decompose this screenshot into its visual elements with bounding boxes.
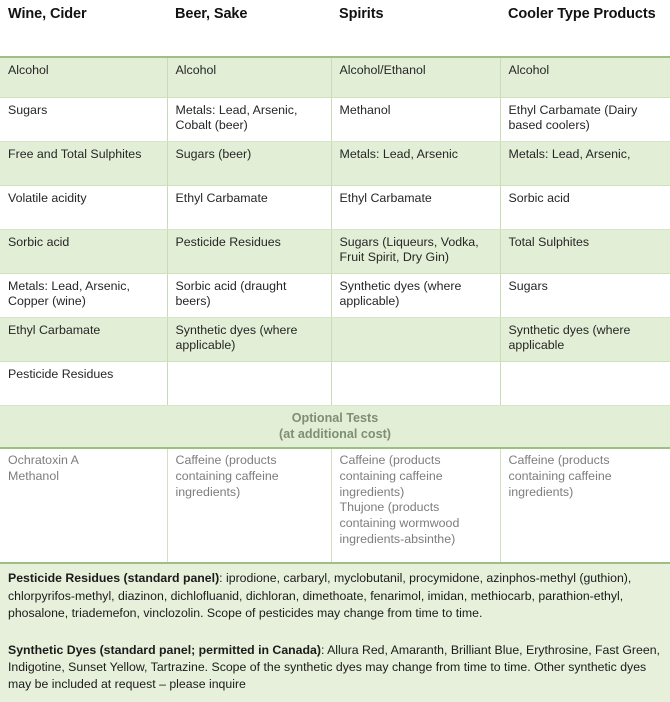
table-cell: Sorbic acid (draught beers) — [166, 272, 332, 318]
table-cell: Metals: Lead, Arsenic, — [499, 140, 670, 186]
table-cell: Alcohol — [0, 56, 168, 98]
table-cell: Ethyl Carbamate — [330, 184, 501, 230]
table-cell: Pesticide Residues — [166, 228, 332, 274]
table-row: Sorbic acid Pesticide Residues Sugars (L… — [0, 228, 670, 274]
pesticide-residues-note-label: Pesticide Residues (standard panel) — [8, 571, 220, 586]
table-cell: Sorbic acid — [0, 228, 168, 274]
table-cell — [499, 360, 670, 406]
table-cell: Ethyl Carbamate — [166, 184, 332, 230]
table-cell: Synthetic dyes (where applicable) — [166, 316, 332, 362]
table-cell — [330, 316, 501, 362]
table-cell: Ethyl Carbamate (Dairy based coolers) — [499, 96, 670, 142]
table-cell: Synthetic dyes (where applicable) — [330, 272, 501, 318]
optional-tests-title: Optional Tests — [291, 410, 379, 425]
table-cell — [330, 360, 501, 406]
table-cell: Synthetic dyes (where applicable — [499, 316, 670, 362]
table-cell — [166, 360, 332, 406]
table-cell: Metals: Lead, Arsenic, Copper (wine) — [0, 272, 168, 318]
table-cell: Alcohol — [499, 56, 670, 98]
table-cell: Pesticide Residues — [0, 360, 168, 406]
optional-test-cell: Caffeine (products containing caffeine i… — [166, 448, 332, 565]
table-cell: Sugars — [499, 272, 670, 318]
table-row: Alcohol Alcohol Alcohol/Ethanol Alcohol — [0, 56, 670, 98]
table-row: Volatile acidity Ethyl Carbamate Ethyl C… — [0, 184, 670, 230]
analysis-requirements-table-page: Wine, Cider Beer, Sake Spirits Cooler Ty… — [0, 0, 670, 702]
synthetic-dyes-note: Synthetic Dyes (standard panel; permitte… — [8, 642, 662, 694]
table-cell: Sorbic acid — [499, 184, 670, 230]
column-header-spirits: Spirits — [331, 0, 500, 58]
optional-test-cell: Caffeine (products containing caffeine i… — [330, 448, 501, 565]
pesticide-residues-note: Pesticide Residues (standard panel): ipr… — [8, 570, 662, 622]
table-header-row: Wine, Cider Beer, Sake Spirits Cooler Ty… — [0, 0, 670, 58]
table-cell: Methanol — [330, 96, 501, 142]
table-cell: Ethyl Carbamate — [0, 316, 168, 362]
column-header-wine-cider: Wine, Cider — [0, 0, 167, 58]
table-body: Alcohol Alcohol Alcohol/Ethanol Alcohol … — [0, 56, 670, 565]
column-header-beer-sake: Beer, Sake — [167, 0, 331, 58]
table-row: Pesticide Residues — [0, 360, 670, 406]
optional-tests-banner-row: Optional Tests (at additional cost) — [0, 404, 670, 450]
footnotes-panel: Pesticide Residues (standard panel): ipr… — [0, 564, 670, 702]
table-cell: Sugars — [0, 96, 168, 142]
table-cell: Metals: Lead, Arsenic, Cobalt (beer) — [166, 96, 332, 142]
optional-tests-row: Ochratoxin A Methanol Caffeine (products … — [0, 448, 670, 565]
table-row: Ethyl Carbamate Synthetic dyes (where ap… — [0, 316, 670, 362]
table-cell: Volatile acidity — [0, 184, 168, 230]
optional-tests-subtitle: (at additional cost) — [279, 426, 391, 441]
optional-test-cell: Ochratoxin A Methanol — [0, 448, 168, 565]
table-cell: Free and Total Sulphites — [0, 140, 168, 186]
table-cell: Sugars (beer) — [166, 140, 332, 186]
table-row: Free and Total Sulphites Sugars (beer) M… — [0, 140, 670, 186]
optional-test-cell: Caffeine (products containing caffeine i… — [499, 448, 670, 565]
alcohol-testing-table: Wine, Cider Beer, Sake Spirits Cooler Ty… — [0, 0, 670, 565]
note-separator — [8, 635, 662, 642]
table-cell: Alcohol — [166, 56, 332, 98]
table-cell: Sugars (Liqueurs, Vodka, Fruit Spirit, D… — [330, 228, 501, 274]
column-header-cooler-type-products: Cooler Type Products — [500, 0, 670, 58]
table-cell: Total Sulphites — [499, 228, 670, 274]
table-cell: Metals: Lead, Arsenic — [330, 140, 501, 186]
table-row: Metals: Lead, Arsenic, Copper (wine) Sor… — [0, 272, 670, 318]
table-cell: Alcohol/Ethanol — [330, 56, 501, 98]
table-row: Sugars Metals: Lead, Arsenic, Cobalt (be… — [0, 96, 670, 142]
optional-tests-banner: Optional Tests (at additional cost) — [0, 404, 670, 450]
synthetic-dyes-note-label: Synthetic Dyes (standard panel; permitte… — [8, 642, 321, 657]
